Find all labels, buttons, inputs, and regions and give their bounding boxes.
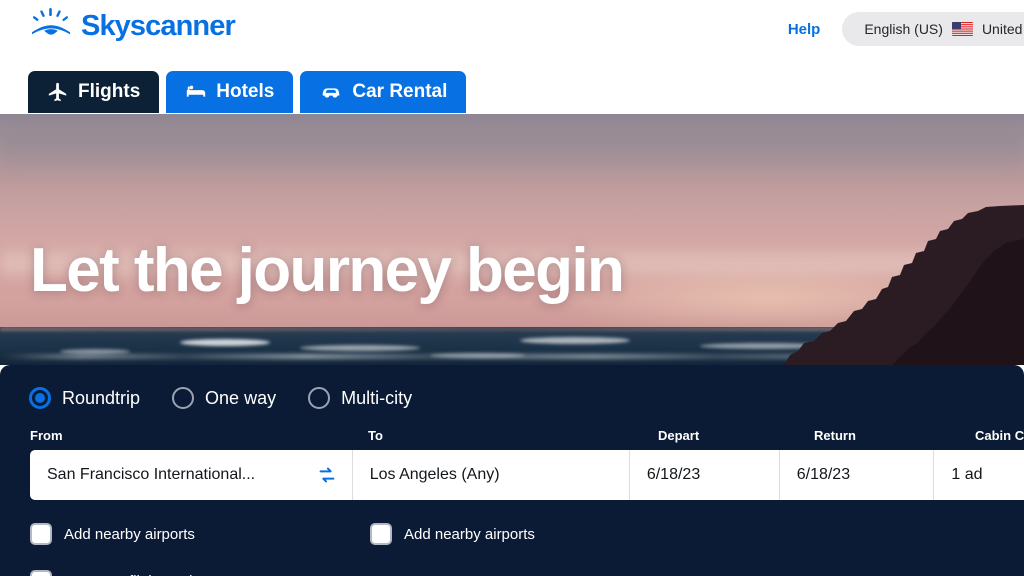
surf-crest [60, 349, 130, 354]
trip-type-roundtrip[interactable]: Roundtrip [29, 387, 140, 409]
label-cabin-class: Cabin C [975, 428, 1024, 443]
primary-nav: Flights Hotels Car Rental [0, 60, 1024, 114]
sunrise-icon [30, 8, 72, 44]
label-from: From [30, 428, 63, 443]
destination-value: Los Angeles (Any) [369, 466, 500, 483]
non-stop-flights-only-label: Non-stop flights only [64, 573, 200, 576]
trip-type-multi-city[interactable]: Multi-city [308, 387, 412, 409]
return-date-value: 6/18/23 [796, 466, 851, 483]
tab-flights[interactable]: Flights [28, 71, 160, 113]
depart-date-field[interactable]: 6/18/23 [630, 450, 780, 500]
radio-multi-city[interactable] [308, 387, 331, 409]
airplane-icon [47, 81, 69, 103]
flight-search-panel: Roundtrip One way Multi-city From To Dep… [0, 365, 1024, 576]
add-nearby-airports-origin[interactable]: Add nearby airports [30, 523, 195, 545]
depart-date-value: 6/18/23 [646, 466, 701, 483]
add-nearby-airports-destination[interactable]: Add nearby airports [370, 523, 535, 545]
checkbox-add-nearby-airports-destination[interactable] [370, 523, 392, 545]
hero-banner: Let the journey begin [0, 113, 1024, 365]
label-to: To [368, 428, 383, 443]
tab-hotels-label: Hotels [216, 81, 275, 102]
checkbox-non-stop-flights-only[interactable] [30, 570, 52, 576]
cabin-class-travelers-field[interactable]: 1 ad [934, 450, 1024, 500]
non-stop-flights-only[interactable]: Non-stop flights only [30, 570, 200, 576]
add-nearby-airports-origin-label: Add nearby airports [64, 525, 195, 543]
language-region-selector[interactable]: English (US) United States [842, 12, 1024, 46]
brand-name: Skyscanner [81, 9, 236, 42]
tab-hotels[interactable]: Hotels [166, 71, 294, 113]
origin-value: San Francisco International... [47, 466, 256, 483]
nav-tabs: Flights Hotels Car Rental [28, 71, 467, 113]
car-icon [319, 81, 343, 103]
surf-crest [300, 345, 420, 351]
tab-car-rental-label: Car Rental [352, 81, 448, 102]
checkbox-add-nearby-airports-origin[interactable] [30, 523, 52, 545]
bed-icon [185, 81, 207, 103]
trip-type-group: Roundtrip One way Multi-city [29, 387, 412, 409]
help-link[interactable]: Help [780, 17, 829, 42]
tab-car-rental[interactable]: Car Rental [300, 71, 467, 113]
site-header: Skyscanner Help English (US) United [0, 0, 1024, 60]
hero-title: Let the journey begin [30, 236, 625, 305]
swap-arrows-icon[interactable] [314, 462, 340, 488]
add-nearby-airports-destination-label: Add nearby airports [404, 525, 535, 543]
surf-crest [430, 353, 525, 358]
header-actions: Help English (US) United [780, 12, 1024, 46]
trip-type-one-way-label: One way [205, 387, 277, 408]
trip-type-multi-city-label: Multi-city [341, 387, 413, 408]
radio-roundtrip[interactable] [29, 387, 51, 409]
hero-cloud-band-upper [0, 133, 1024, 179]
surf-crest [180, 339, 270, 346]
trip-type-one-way[interactable]: One way [172, 387, 276, 409]
destination-field[interactable]: Los Angeles (Any) [353, 450, 630, 500]
return-date-field[interactable]: 6/18/23 [780, 450, 935, 500]
field-labels-row: From To Depart Return Cabin C [0, 428, 1024, 448]
label-depart: Depart [658, 428, 700, 443]
language-label: English (US) [864, 21, 943, 37]
origin-field[interactable]: San Francisco International... [30, 450, 353, 500]
tab-flights-label: Flights [78, 81, 141, 102]
trip-type-roundtrip-label: Roundtrip [62, 387, 141, 408]
radio-one-way[interactable] [172, 387, 195, 409]
cabin-class-travelers-value: 1 ad [951, 466, 983, 483]
country-label: United States [981, 21, 1024, 37]
skyscanner-page: Skyscanner Help English (US) United Flig… [0, 0, 1024, 576]
surf-crest [520, 337, 630, 344]
label-return: Return [814, 428, 856, 443]
us-flag-icon [951, 22, 973, 36]
cliff-silhouette [784, 205, 1024, 365]
search-options-row: Add nearby airports Add nearby airports … [0, 515, 1024, 576]
brand-logo-link[interactable]: Skyscanner [30, 8, 236, 44]
search-fields-row: San Francisco International... Los Angel… [30, 450, 1024, 500]
